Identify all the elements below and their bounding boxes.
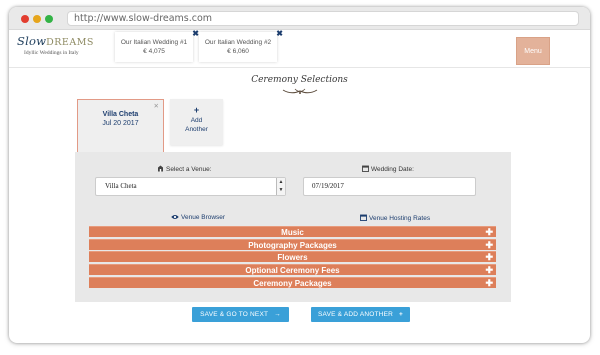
venue-card-name: Villa Cheta: [102, 111, 139, 118]
venue-select[interactable]: Villa Cheta ▲ ▼: [95, 177, 286, 196]
wedding-tab-name: Our Italian Wedding #2: [204, 39, 272, 46]
plus-icon: ✚: [485, 227, 493, 237]
save-and-next-button[interactable]: SAVE & GO TO NEXT →: [192, 307, 289, 322]
wedding-tab-price: € 4,075: [143, 48, 165, 55]
calendar-icon: [362, 165, 369, 172]
accordion-label: Optional Ceremony Fees: [245, 266, 340, 276]
venue-browser-link[interactable]: Venue Browser: [171, 214, 225, 221]
save-add-label: SAVE & ADD ANOTHER: [318, 311, 393, 318]
plus-icon: ✚: [485, 265, 493, 276]
venue-icon: [158, 165, 163, 172]
wedding-date-input[interactable]: 07/19/2017: [303, 177, 476, 196]
menu-button[interactable]: Menu: [516, 37, 550, 65]
venue-hosting-rates-link[interactable]: Venue Hosting Rates: [360, 214, 430, 222]
wedding-tab-2[interactable]: Our Italian Wedding #2 € 6,060 ✖: [199, 29, 283, 62]
browser-chrome: http://www.slow-dreams.com: [9, 7, 590, 30]
wedding-tab-name: Our Italian Wedding #1: [120, 39, 188, 46]
calendar-icon: [360, 214, 367, 221]
accordion-label: Ceremony Packages: [253, 278, 332, 288]
accordion-flowers[interactable]: Flowers ✚: [89, 251, 496, 263]
plus-icon: +: [399, 311, 403, 318]
venue-label: Select a Venue:: [157, 165, 212, 173]
wedding-tab-1[interactable]: Our Italian Wedding #1 € 4,075 ✖: [115, 29, 199, 62]
browser-window: http://www.slow-dreams.com SlowDREAMS Id…: [9, 7, 590, 343]
plus-icon: ✚: [485, 252, 493, 263]
add-another-button[interactable]: + Add Another: [170, 99, 223, 145]
plus-icon: ✚: [485, 239, 493, 250]
section-title: Ceremony Selections: [251, 75, 348, 85]
venue-select-value: Villa Cheta: [105, 182, 137, 190]
date-label-text: Wedding Date:: [371, 166, 414, 173]
accordion-label: Music: [281, 228, 304, 237]
site-header: SlowDREAMS Idyllic Weddings in Italy Our…: [9, 29, 590, 68]
package-accordion: Music ✚ Photography Packages ✚ Flowers ✚ Op…: [89, 226, 496, 289]
eye-icon: [171, 215, 179, 219]
close-icon[interactable]: ✕: [154, 102, 159, 110]
logo-text: Slow: [17, 34, 47, 48]
save-next-label: SAVE & GO TO NEXT: [200, 311, 269, 318]
logo-text-caps: DREAMS: [46, 37, 94, 48]
venue-browser-text: Venue Browser: [181, 214, 226, 221]
plus-icon: ✚: [485, 277, 493, 288]
add-label-line1: Add: [190, 117, 203, 124]
venue-label-text: Select a Venue:: [166, 166, 212, 173]
close-icon[interactable]: ✖: [192, 29, 199, 38]
venue-form-panel: Select a Venue: Wedding Date: Villa Chet…: [75, 152, 511, 302]
select-arrow-icon[interactable]: ▲ ▼: [276, 178, 285, 195]
accordion-optional-ceremony-fees[interactable]: Optional Ceremony Fees ✚: [89, 264, 496, 276]
plus-icon: +: [193, 105, 200, 115]
arrow-right-icon: →: [274, 311, 281, 318]
accordion-label: Photography Packages: [248, 240, 337, 250]
accordion-ceremony-packages[interactable]: Ceremony Packages ✚: [89, 276, 496, 288]
save-and-add-another-button[interactable]: SAVE & ADD ANOTHER +: [311, 307, 410, 322]
accordion-label: Flowers: [277, 253, 308, 263]
accordion-photography-packages[interactable]: Photography Packages ✚: [89, 238, 496, 250]
logo-tagline: Idyllic Weddings in Italy: [24, 50, 79, 56]
maximize-window-icon[interactable]: [45, 15, 53, 23]
venue-card[interactable]: ✕ Villa Cheta Jul 20 2017: [77, 99, 164, 155]
address-bar[interactable]: http://www.slow-dreams.com: [67, 11, 579, 26]
venue-card-date: Jul 20 2017: [102, 120, 139, 127]
flourish-ornament-icon: [282, 88, 318, 94]
add-label-line2: Another: [185, 126, 208, 133]
logo[interactable]: SlowDREAMS Idyllic Weddings in Italy: [17, 34, 105, 64]
close-window-icon[interactable]: [21, 15, 29, 23]
accordion-music[interactable]: Music ✚: [89, 226, 496, 237]
hosting-rates-text: Venue Hosting Rates: [369, 215, 431, 222]
minimize-window-icon[interactable]: [33, 15, 41, 23]
close-icon[interactable]: ✖: [276, 29, 283, 38]
wedding-tab-price: € 6,060: [227, 48, 249, 55]
date-label: Wedding Date:: [362, 165, 414, 173]
